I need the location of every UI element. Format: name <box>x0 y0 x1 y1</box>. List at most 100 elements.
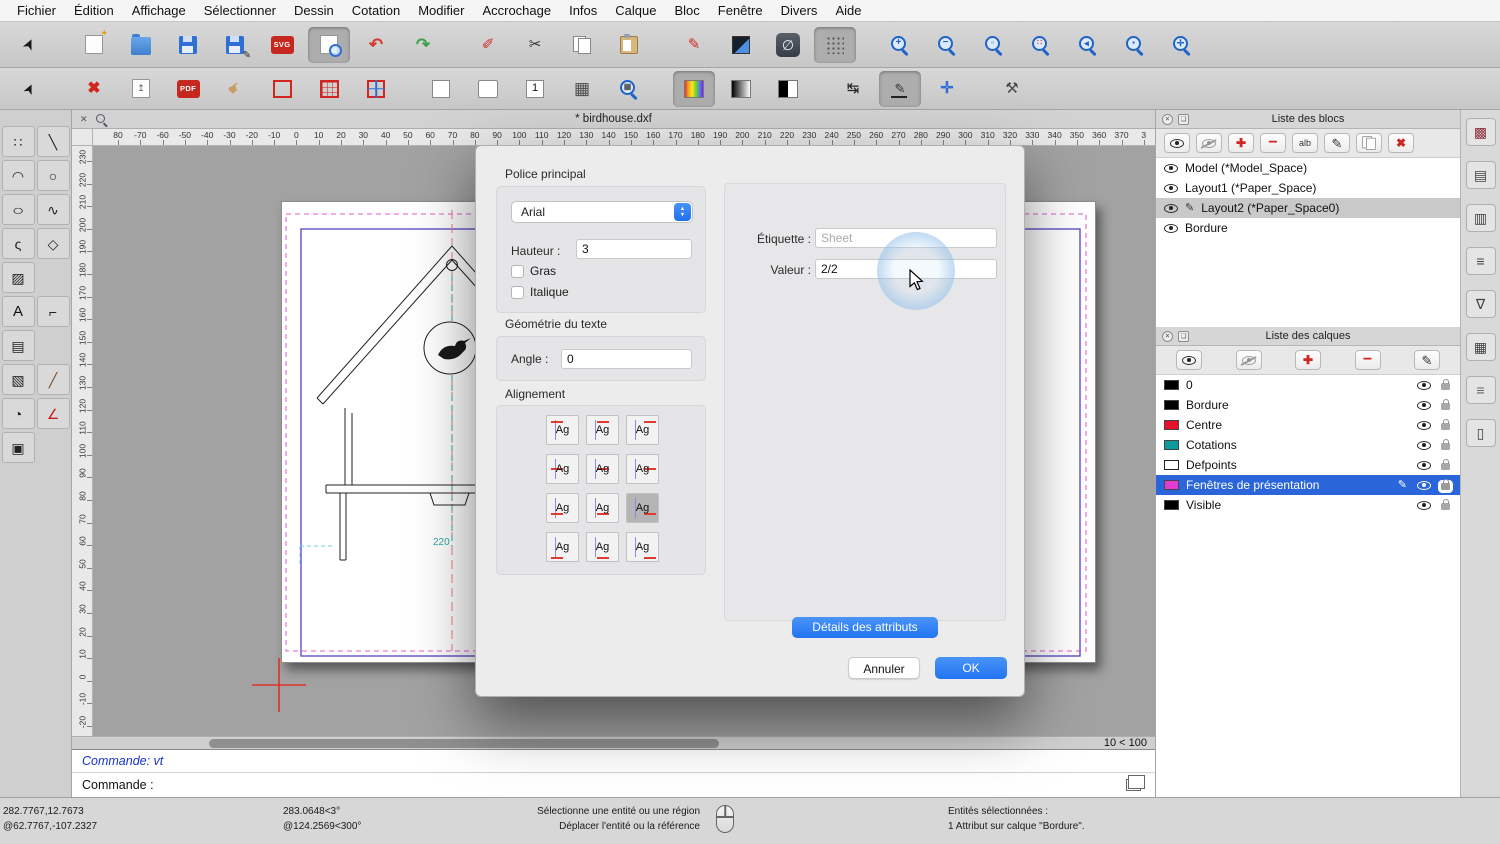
layer-visibility-icon[interactable] <box>1417 480 1431 490</box>
image-tool[interactable]: ▤ <box>1 330 35 361</box>
pan-hand[interactable]: ☛ <box>214 71 256 107</box>
menu-item-6[interactable]: Modifier <box>409 3 473 18</box>
ok-button[interactable]: OK <box>935 657 1007 679</box>
erase-tool[interactable]: ✐ <box>467 27 509 63</box>
copy[interactable] <box>561 27 603 63</box>
layer-row[interactable]: Cotations <box>1156 435 1460 455</box>
color-picker[interactable] <box>673 70 715 107</box>
arc-tool[interactable]: ◠ <box>1 160 35 191</box>
horizontal-scrollbar[interactable]: 10 < 100 <box>72 736 1155 749</box>
selection-tool[interactable] <box>720 27 762 63</box>
panel-library[interactable]: ▤ <box>1465 161 1496 189</box>
block-visibility-icon[interactable] <box>1164 183 1178 193</box>
menu-item-5[interactable]: Cotation <box>343 3 409 18</box>
ellipse-tool[interactable]: ○ <box>1 194 35 225</box>
spline-tool[interactable]: ∿ <box>36 194 70 225</box>
detach-command-icon[interactable] <box>1126 775 1145 791</box>
align-button-3-3[interactable]: Ag <box>626 493 659 523</box>
block-visibility-icon[interactable] <box>1164 223 1178 233</box>
paste[interactable] <box>608 27 650 63</box>
zoom-grid[interactable]: ▦ <box>608 71 650 107</box>
bw-bar[interactable] <box>767 71 809 107</box>
panel-scripts[interactable]: ≡ <box>1465 376 1496 404</box>
points-tool[interactable]: ∷ <box>1 126 35 157</box>
layer-visibility-icon[interactable] <box>1417 380 1431 390</box>
block-tool[interactable]: ▣ <box>1 432 35 463</box>
panel-properties[interactable]: ▥ <box>1465 204 1496 232</box>
dev-tools[interactable]: ⚒ <box>991 71 1033 107</box>
divide-tool[interactable]: ◔ <box>1 398 35 429</box>
lock-icon[interactable] <box>1441 419 1450 430</box>
align-button-2-2[interactable]: Ag <box>586 454 619 484</box>
close-document-icon[interactable]: ✕ <box>80 113 88 125</box>
layer-row[interactable]: Defpoints <box>1156 455 1460 475</box>
print-preview[interactable] <box>308 26 350 63</box>
zoom-window[interactable]: ▪ <box>1114 27 1156 63</box>
align-button-1-2[interactable]: Ag <box>586 415 619 445</box>
show-block[interactable] <box>1164 133 1190 153</box>
add-layer[interactable]: ✚ <box>1295 350 1321 370</box>
dimension-tool[interactable]: ⌐ <box>36 296 70 327</box>
menu-item-11[interactable]: Fenêtre <box>709 3 772 18</box>
pattern-tool[interactable]: ▧ <box>1 364 35 395</box>
layer-row[interactable]: Visible <box>1156 495 1460 515</box>
angle-input[interactable] <box>561 349 692 369</box>
menu-item-0[interactable]: Fichier <box>8 3 65 18</box>
font-family-select[interactable]: Arial ▲ ▼ <box>511 201 693 223</box>
zoom-in[interactable]: + <box>879 27 921 63</box>
italic-checkbox-row[interactable]: Italique <box>511 285 569 299</box>
align-button-2-3[interactable]: Ag <box>626 454 659 484</box>
layers-float-icon[interactable]: ❏ <box>1178 331 1189 342</box>
pointer-tool[interactable]: ➤ <box>8 27 50 63</box>
panel-command-history[interactable]: ≡ <box>1465 247 1496 275</box>
layer-row[interactable]: Bordure <box>1156 395 1460 415</box>
remove-layer[interactable]: − <box>1354 350 1381 370</box>
lock-icon[interactable] <box>1441 499 1450 510</box>
lock-icon[interactable] <box>1441 399 1450 410</box>
add-node[interactable]: ✛ <box>926 71 968 107</box>
gradient-bar[interactable] <box>720 71 762 107</box>
menu-item-3[interactable]: Sélectionner <box>195 3 285 18</box>
show-layer-icon[interactable] <box>1182 355 1196 365</box>
remove-block[interactable]: − <box>1260 133 1286 153</box>
menu-item-13[interactable]: Aide <box>826 3 870 18</box>
hide-all-layers[interactable] <box>1235 350 1262 370</box>
zoom-out[interactable]: − <box>926 27 968 63</box>
hide-all-blocks[interactable] <box>1196 133 1222 153</box>
block-visibility-icon[interactable] <box>1164 203 1178 213</box>
layer-row[interactable]: Centre <box>1156 415 1460 435</box>
layer-row[interactable]: Fenêtres de présentation ✎ <box>1156 475 1460 495</box>
panel-clipboard[interactable]: ▯ <box>1465 419 1496 447</box>
menu-item-10[interactable]: Bloc <box>665 3 708 18</box>
pen-tool[interactable]: ✎ <box>673 27 715 63</box>
block-row[interactable]: Model (*Model_Space) <box>1156 158 1460 178</box>
bold-checkbox[interactable] <box>511 264 524 278</box>
layer-visibility-icon[interactable] <box>1417 420 1431 430</box>
viewport-grid[interactable] <box>308 71 350 107</box>
open-file[interactable] <box>120 27 162 63</box>
hide-all-layers-icon[interactable] <box>1241 355 1256 365</box>
edit-layer[interactable]: ✎ <box>1414 350 1440 370</box>
pdf-export[interactable]: PDF <box>167 71 209 107</box>
null-layer-toggle[interactable]: ∅ <box>767 27 809 63</box>
undo[interactable]: ↶ <box>355 27 397 63</box>
show-layer[interactable] <box>1176 350 1202 370</box>
layer-visibility-icon[interactable] <box>1417 400 1431 410</box>
menu-item-4[interactable]: Dessin <box>285 3 343 18</box>
save-file[interactable] <box>167 27 209 63</box>
hatch-tool[interactable]: ▨ <box>1 262 35 293</box>
scrollbar-thumb[interactable] <box>209 739 719 748</box>
align-button-1-3[interactable]: Ag <box>626 415 659 445</box>
align-button-4-3[interactable]: Ag <box>626 532 659 562</box>
duplicate-block[interactable] <box>1356 133 1382 153</box>
lock-icon[interactable] <box>1441 439 1450 450</box>
layer-visibility-icon[interactable] <box>1417 440 1431 450</box>
panel-selection-filter[interactable]: ∇ <box>1465 290 1496 318</box>
menu-item-9[interactable]: Calque <box>606 3 665 18</box>
new-file[interactable]: ✦ <box>73 27 115 63</box>
line-tool[interactable]: ╲ <box>36 126 70 157</box>
menu-item-8[interactable]: Infos <box>560 3 606 18</box>
zoom-auto[interactable]: ▫ <box>973 27 1015 63</box>
cut[interactable]: ✂ <box>514 27 556 63</box>
lock-icon[interactable] <box>1441 459 1450 470</box>
